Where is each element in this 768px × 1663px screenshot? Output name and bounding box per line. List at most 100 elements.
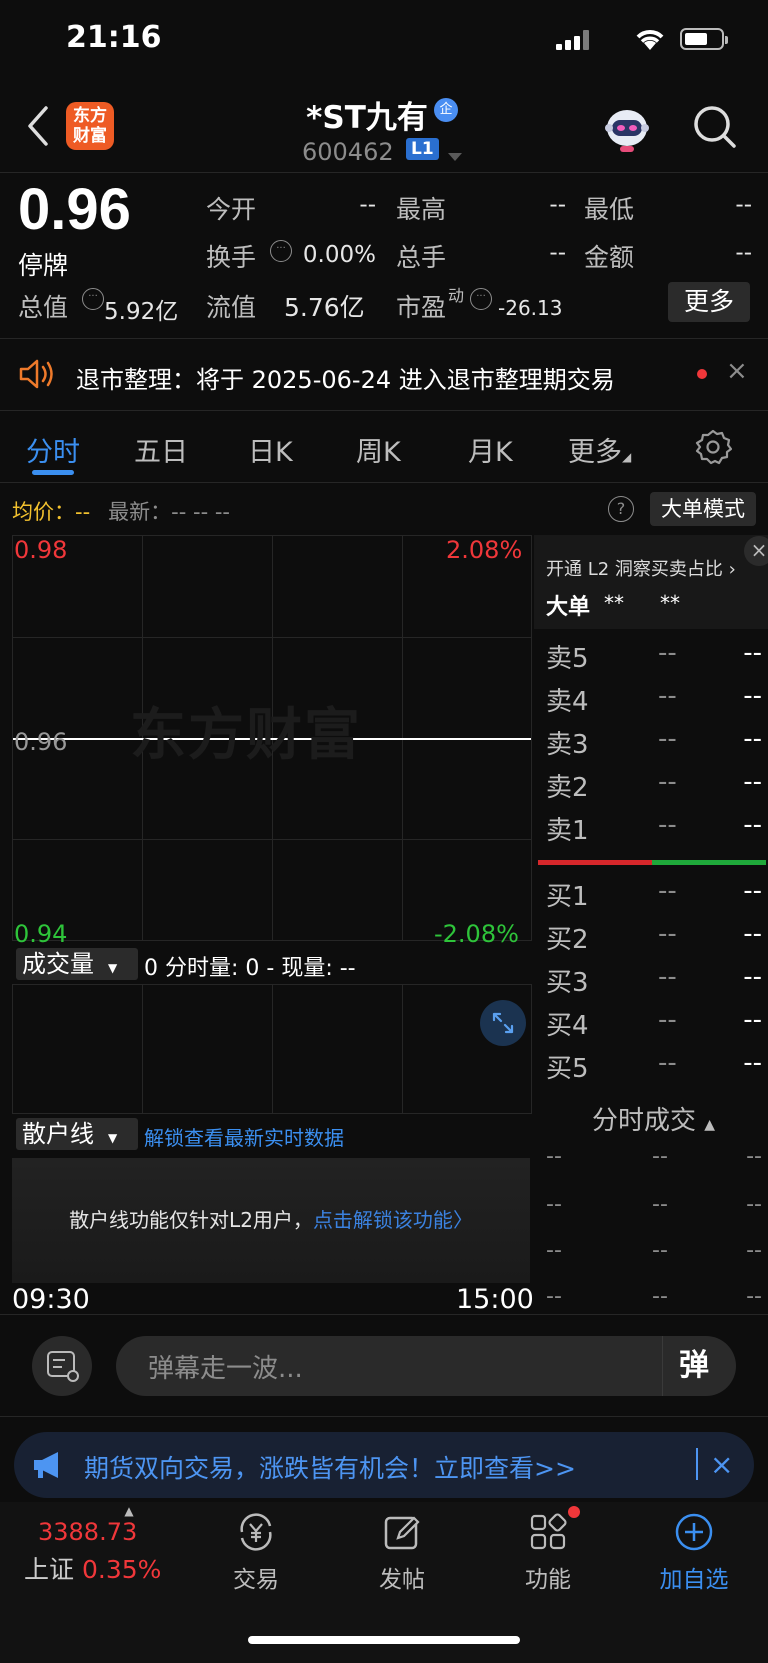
pe-value: -26.13 [498, 296, 563, 320]
active-tab-indicator [32, 470, 74, 475]
low-label: 最低 [584, 195, 635, 224]
chart-mid-price: 0.96 [14, 728, 68, 756]
turnover-label: 换手 [206, 243, 257, 272]
help-icon[interactable]: ? [608, 496, 634, 522]
nav-functions[interactable]: 功能 [488, 1506, 608, 1594]
amount-value: -- [735, 240, 752, 266]
ask-row: 卖4 -- -- [546, 681, 762, 717]
open-label: 今开 [206, 195, 257, 224]
l2-promo-panel[interactable]: 开通 L2 洞察买卖占比 › 大单 ** ** [534, 535, 768, 629]
open-value: -- [359, 192, 376, 218]
info-icon[interactable]: ··· [270, 240, 292, 262]
wifi-icon [634, 26, 666, 56]
expand-icon[interactable] [480, 1000, 526, 1046]
index-ticker[interactable]: ▲ 3388.73 上证 0.35% [24, 1504, 184, 1586]
ask-row: 卖2 -- -- [546, 767, 762, 803]
tab-monthly-k[interactable]: 月K [468, 430, 513, 469]
pe-superscript: 动 [448, 286, 465, 305]
volume-chart [12, 984, 532, 1114]
index-name: 上证 [24, 1555, 75, 1584]
unread-dot [697, 369, 707, 379]
info-icon[interactable]: ··· [82, 288, 104, 310]
nav-trade[interactable]: 交易 [196, 1510, 316, 1594]
unlock-realtime-link[interactable]: 解锁查看最新实时数据 [144, 1122, 344, 1151]
avg-price-value: -- [75, 500, 91, 524]
time-sales-toggle[interactable]: 分时成交 ▲ [592, 1100, 715, 1137]
bid-row: 买4 -- -- [546, 1005, 762, 1041]
info-icon[interactable]: ··· [470, 288, 492, 310]
speaker-icon [18, 358, 56, 394]
big-order-value-2: ** [660, 591, 680, 615]
tab-intraday[interactable]: 分时 [26, 430, 80, 469]
high-label: 最高 [396, 195, 447, 224]
float-cap-label: 流值 [206, 293, 257, 322]
trade-icon [234, 1510, 278, 1554]
bid-row: 买3 -- -- [546, 962, 762, 998]
market-cap-value: 5.92亿 [104, 299, 179, 325]
pe-label: 市盈 [396, 293, 447, 322]
unlock-feature-link[interactable]: 点击解锁该功能 [313, 1208, 453, 1232]
chart-top-pct: 2.08% [446, 536, 523, 564]
latest-value: -- -- -- [171, 500, 230, 524]
current-price: 0.96 [18, 177, 131, 242]
chart-top-price: 0.98 [14, 536, 68, 564]
volume-selector[interactable]: 成交量 ▼ [16, 948, 138, 980]
float-cap-value: 5.76亿 [284, 293, 365, 322]
low-value: -- [735, 192, 752, 218]
delisting-notice[interactable]: 退市整理：将于 2025-06-24 进入退市整理期交易 [76, 360, 615, 395]
bid-row: 买1 -- -- [546, 876, 762, 912]
market-cap-label: 总值 [18, 293, 69, 322]
bid-row: 买2 -- -- [546, 919, 762, 955]
danmaku-settings-icon[interactable] [32, 1336, 92, 1396]
l2-promo-text[interactable]: 开通 L2 洞察买卖占比 › [546, 555, 736, 581]
ad-text[interactable]: 期货双向交易，涨跌皆有机会！立即查看>> [84, 1449, 576, 1485]
close-notice-button[interactable]: × [726, 356, 748, 386]
big-order-mode-button[interactable]: 大单模式 [650, 492, 756, 526]
close-ad-button[interactable]: × [710, 1448, 733, 1481]
high-value: -- [549, 192, 566, 218]
big-order-label: 大单 [546, 595, 591, 620]
volume-value: -- [549, 240, 566, 266]
tab-five-day[interactable]: 五日 [134, 430, 188, 469]
index-value: 3388.73 [38, 1518, 138, 1546]
ad-separator [696, 1448, 698, 1480]
megaphone-icon [30, 1450, 66, 1484]
watermark: 东方财富 [130, 703, 362, 768]
bid-row: 买5 -- -- [546, 1048, 762, 1084]
apps-icon [526, 1506, 580, 1554]
danmaku-placeholder: 弹幕走一波... [148, 1354, 303, 1384]
corp-badge: 企 [434, 98, 458, 122]
gear-icon[interactable] [694, 428, 733, 470]
home-indicator [248, 1636, 520, 1644]
tab-weekly-k[interactable]: 周K [356, 430, 401, 469]
avg-price-label: 均价： [12, 500, 75, 524]
amount-label: 金额 [584, 243, 635, 272]
retail-line-selector[interactable]: 散户线 ▼ [16, 1118, 138, 1150]
chevron-down-icon[interactable] [448, 148, 462, 167]
buy-ratio-bar [652, 860, 766, 865]
search-icon[interactable] [692, 104, 738, 154]
level-badge[interactable]: L1 [406, 138, 439, 160]
big-order-value-1: ** [604, 591, 624, 615]
time-end: 15:00 [456, 1284, 534, 1315]
ask-row: 卖3 -- -- [546, 724, 762, 760]
tab-more[interactable]: 更多◢ [568, 430, 631, 469]
volume-readout: 0 分时量: 0 - 现量: -- [144, 956, 356, 981]
turnover-value: 0.00% [302, 242, 376, 268]
battery-icon [680, 28, 728, 50]
retail-line-panel: 散户线功能仅针对L2用户，点击解锁该功能〉 [12, 1158, 530, 1283]
trading-status: 停牌 [18, 251, 69, 280]
cellular-signal-icon [556, 30, 590, 50]
ask-row: 卖1 -- -- [546, 810, 762, 846]
robot-assistant-icon[interactable] [600, 102, 654, 158]
nav-post[interactable]: 发帖 [342, 1510, 462, 1594]
chart-bottom-pct: -2.08% [434, 920, 519, 948]
more-button[interactable]: 更多 [668, 282, 750, 322]
nav-add-watchlist[interactable]: 加自选 [634, 1510, 754, 1594]
sell-ratio-bar [538, 860, 652, 865]
post-icon [380, 1510, 424, 1554]
close-promo-button[interactable]: × [744, 536, 768, 566]
tab-daily-k[interactable]: 日K [248, 430, 293, 469]
add-watchlist-icon [672, 1510, 716, 1554]
danmaku-toggle-button[interactable]: 弹 [662, 1336, 736, 1396]
